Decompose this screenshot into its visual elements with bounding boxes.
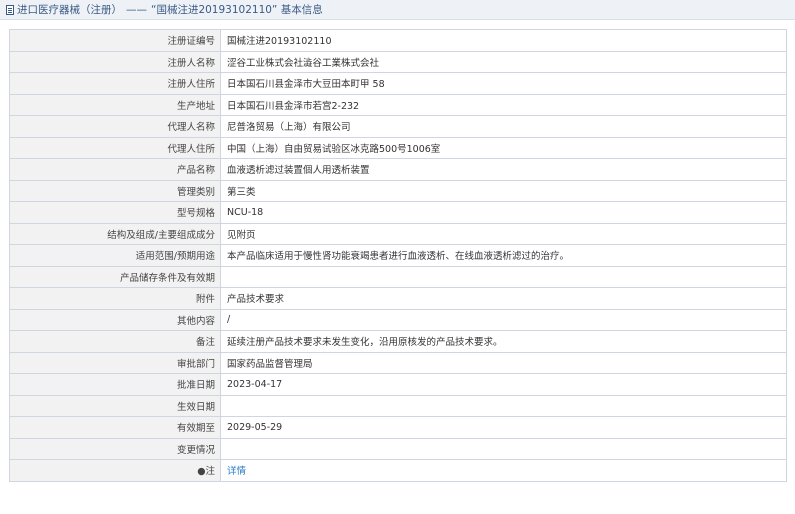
row-value: 国家药品监督管理局 [220, 351, 787, 374]
table-row: 生产地址 日本国石川县金泽市若宫2-232 [9, 93, 787, 116]
table-row: 型号规格 NCU-18 [9, 201, 787, 224]
row-label: 代理人名称 [9, 115, 221, 138]
document-icon [6, 4, 14, 15]
table-row: 产品名称 血液透析滤过装置個人用透析装置 [9, 158, 787, 181]
row-value: 尼普洛贸易（上海）有限公司 [220, 115, 787, 138]
row-value: 日本国石川县金泽市若宫2-232 [220, 93, 787, 116]
row-label: 变更情况 [9, 437, 221, 460]
row-label: 有效期至 [9, 416, 221, 439]
row-value: 国械注进20193102110 [220, 29, 787, 52]
table-row: 注册证编号 国械注进20193102110 [9, 29, 787, 52]
row-label: 注册证编号 [9, 29, 221, 52]
table-row: 附件 产品技术要求 [9, 287, 787, 310]
page-header: 进口医疗器械（注册） —— “国械注进20193102110” 基本信息 [0, 0, 795, 20]
row-label: 产品储存条件及有效期 [9, 265, 221, 288]
row-value: 涩谷工业株式会社澁谷工業株式会社 [220, 50, 787, 73]
table-row: 有效期至 2029-05-29 [9, 416, 787, 439]
note-label-cell: ●注 [9, 459, 221, 482]
row-value: 中国（上海）自由贸易试验区冰克路500号1006室 [220, 136, 787, 159]
table-row: 批准日期 2023-04-17 [9, 373, 787, 396]
details-link[interactable]: 详情 [227, 466, 246, 477]
table-row: 代理人名称 尼普洛贸易（上海）有限公司 [9, 115, 787, 138]
row-label: 备注 [9, 330, 221, 353]
row-label: 管理类别 [9, 179, 221, 202]
header-separator: —— [126, 3, 147, 16]
row-value: 日本国石川县金泽市大豆田本町甲 58 [220, 72, 787, 95]
row-value: 本产品临床适用于慢性肾功能衰竭患者进行血液透析、在线血液透析滤过的治疗。 [220, 244, 787, 267]
row-label: 结构及组成/主要组成成分 [9, 222, 221, 245]
row-value: 2023-04-17 [220, 373, 787, 396]
row-label: 注册人名称 [9, 50, 221, 73]
row-label: 审批部门 [9, 351, 221, 374]
row-label: 批准日期 [9, 373, 221, 396]
row-value: 血液透析滤过装置個人用透析装置 [220, 158, 787, 181]
row-label: 附件 [9, 287, 221, 310]
note-row: ●注 详情 [9, 459, 787, 482]
table-row: 适用范围/预期用途 本产品临床适用于慢性肾功能衰竭患者进行血液透析、在线血液透析滤… [9, 244, 787, 267]
row-value: / [220, 308, 787, 331]
table-row: 产品储存条件及有效期 [9, 265, 787, 288]
info-table: 注册证编号 国械注进20193102110 注册人名称 涩谷工业株式会社澁谷工業株式… [9, 29, 787, 482]
table-row: 注册人住所 日本国石川县金泽市大豆田本町甲 58 [9, 72, 787, 95]
row-label: 代理人住所 [9, 136, 221, 159]
table-row: 生效日期 [9, 394, 787, 417]
table-row: 注册人名称 涩谷工业株式会社澁谷工業株式会社 [9, 50, 787, 73]
table-row: 结构及组成/主要组成成分 见附页 [9, 222, 787, 245]
row-label: 型号规格 [9, 201, 221, 224]
table-row: 其他内容 / [9, 308, 787, 331]
row-value: 延续注册产品技术要求未发生变化，沿用原核发的产品技术要求。 [220, 330, 787, 353]
row-value: 见附页 [220, 222, 787, 245]
row-label: 其他内容 [9, 308, 221, 331]
row-value [220, 394, 787, 417]
row-label: 注册人住所 [9, 72, 221, 95]
note-label: 注 [205, 466, 215, 478]
table-row: 代理人住所 中国（上海）自由贸易试验区冰克路500号1006室 [9, 136, 787, 159]
row-value: 2029-05-29 [220, 416, 787, 439]
row-label: 适用范围/预期用途 [9, 244, 221, 267]
table-row: 管理类别 第三类 [9, 179, 787, 202]
row-value: 第三类 [220, 179, 787, 202]
table-row: 审批部门 国家药品监督管理局 [9, 351, 787, 374]
row-value: NCU-18 [220, 201, 787, 224]
row-value [220, 437, 787, 460]
note-value-cell: 详情 [220, 459, 787, 482]
row-label: 产品名称 [9, 158, 221, 181]
table-row: 变更情况 [9, 437, 787, 460]
row-label: 生效日期 [9, 394, 221, 417]
page-title: “国械注进20193102110” 基本信息 [151, 4, 323, 16]
table-row: 备注 延续注册产品技术要求未发生变化，沿用原核发的产品技术要求。 [9, 330, 787, 353]
row-value: 产品技术要求 [220, 287, 787, 310]
row-label: 生产地址 [9, 93, 221, 116]
header-section-link[interactable]: 进口医疗器械（注册） [17, 2, 122, 17]
row-value [220, 265, 787, 288]
